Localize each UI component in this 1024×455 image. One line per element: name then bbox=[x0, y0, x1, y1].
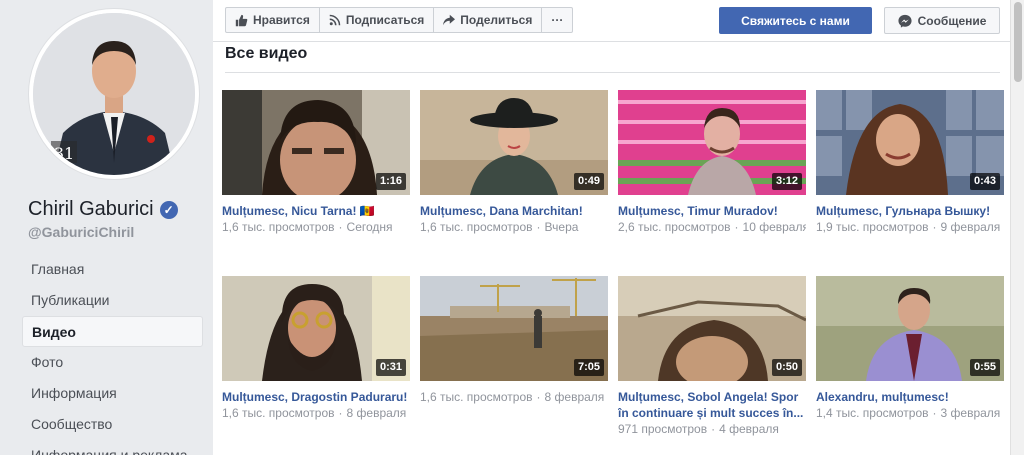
video-views: 2,6 тыс. просмотров bbox=[618, 220, 731, 234]
video-card[interactable]: 0:43 Mulțumesc, Гульнара Вышку! 1,9 тыс.… bbox=[816, 90, 1004, 235]
video-date[interactable]: 4 февраля bbox=[719, 422, 779, 436]
video-title[interactable]: Mulțumesc, Sobol Angela! Spor în continu… bbox=[618, 389, 806, 421]
section-title: Все видео bbox=[225, 45, 308, 62]
follow-label: Подписаться bbox=[345, 13, 425, 27]
message-button[interactable]: Сообщение bbox=[884, 7, 1000, 34]
video-date[interactable]: 8 февраля bbox=[347, 406, 407, 420]
video-meta: 2,6 тыс. просмотров · 10 февраля bbox=[618, 219, 806, 235]
video-duration: 0:55 bbox=[969, 359, 1000, 376]
action-button-group: Нравится Подписаться Поделиться ··· bbox=[225, 7, 574, 33]
video-meta: 1,4 тыс. просмотров · 3 февраля bbox=[816, 406, 1001, 420]
video-meta: 1,6 тыс. просмотров · Вчера bbox=[420, 220, 579, 234]
video-card[interactable]: 7:05 1,6 тыс. просмотров · 8 февраля bbox=[420, 276, 608, 405]
video-thumbnail[interactable]: 0:49 bbox=[420, 90, 608, 195]
thumbs-up-icon bbox=[235, 14, 248, 26]
video-views: 1,6 тыс. просмотров bbox=[420, 220, 533, 234]
profile-name[interactable]: Chiril Gaburici ✓ bbox=[28, 198, 178, 221]
video-thumbnail[interactable]: 0:50 bbox=[618, 276, 806, 381]
video-title[interactable]: Mulțumesc, Гульнара Вышку! bbox=[816, 203, 1004, 219]
rss-icon bbox=[329, 14, 341, 26]
video-date[interactable]: Сегодня bbox=[347, 220, 393, 234]
video-title[interactable]: Mulțumesc, Dragostin Paduraru! bbox=[222, 389, 410, 405]
nav-item-photos[interactable]: Фото bbox=[22, 347, 203, 378]
message-label: Сообщение bbox=[917, 13, 987, 28]
video-meta: 1,6 тыс. просмотров · Сегодня bbox=[222, 220, 393, 234]
avatar[interactable]: 31 bbox=[33, 13, 195, 175]
like-button[interactable]: Нравится bbox=[226, 8, 320, 32]
video-title[interactable]: Alexandru, mulțumesc! bbox=[816, 389, 1004, 405]
video-date[interactable]: 8 февраля bbox=[545, 390, 605, 404]
video-card[interactable]: 0:55 Alexandru, mulțumesc! 1,4 тыс. прос… bbox=[816, 276, 1004, 421]
video-views: 1,9 тыс. просмотров bbox=[816, 220, 929, 234]
nav-item-videos[interactable]: Видео bbox=[22, 316, 203, 347]
video-meta: 1,6 тыс. просмотров · 8 февраля bbox=[222, 406, 407, 420]
video-duration: 1:16 bbox=[375, 173, 406, 190]
nav-item-info-ads[interactable]: Информация и реклама bbox=[22, 440, 203, 455]
like-label: Нравится bbox=[253, 13, 310, 27]
video-views: 1,6 тыс. просмотров bbox=[420, 390, 533, 404]
video-title[interactable]: Mulțumesc, Nicu Tarna! 🇲🇩 bbox=[222, 203, 410, 219]
video-thumbnail[interactable]: 0:43 bbox=[816, 90, 1004, 195]
video-meta: 971 просмотров · 4 февраля bbox=[618, 422, 779, 436]
share-label: Поделиться bbox=[460, 13, 533, 27]
video-views: 971 просмотров bbox=[618, 422, 708, 436]
video-meta: 1,6 тыс. просмотров · 8 февраля bbox=[420, 390, 605, 404]
more-options-button[interactable]: ··· bbox=[542, 8, 572, 32]
video-views: 1,6 тыс. просмотров bbox=[222, 220, 335, 234]
video-duration: 0:31 bbox=[375, 359, 406, 376]
share-arrow-icon bbox=[443, 14, 456, 26]
video-date[interactable]: 9 февраля bbox=[941, 220, 1001, 234]
profile-avatar-frame[interactable]: 31 bbox=[28, 8, 200, 180]
video-thumbnail[interactable]: 0:55 bbox=[816, 276, 1004, 381]
video-views: 1,6 тыс. просмотров bbox=[222, 406, 335, 420]
more-options-icon: ··· bbox=[551, 13, 564, 27]
nav-item-about[interactable]: Информация bbox=[22, 378, 203, 409]
page-nav: Главная Публикации Видео Фото Информация… bbox=[22, 254, 203, 455]
video-views: 1,4 тыс. просмотров bbox=[816, 406, 929, 420]
profile-sidebar: 31 Chiril Gaburici ✓ @GaburiciChiril Гла… bbox=[0, 0, 213, 455]
page-action-bar: Нравится Подписаться Поделиться ··· Свяж… bbox=[213, 0, 1010, 42]
video-duration: 0:43 bbox=[969, 173, 1000, 190]
nav-item-community[interactable]: Сообщество bbox=[22, 409, 203, 440]
video-card[interactable]: 0:31 Mulțumesc, Dragostin Paduraru! 1,6 … bbox=[222, 276, 410, 421]
video-card[interactable]: 3:12 Mulțumesc, Timur Muradov! 2,6 тыс. … bbox=[618, 90, 806, 235]
videos-panel: Все видео 1:16 Mulțumesc, Nicu Tarna! 🇲🇩… bbox=[213, 42, 1010, 455]
contact-us-button[interactable]: Свяжитесь с нами bbox=[719, 7, 872, 34]
video-duration: 0:49 bbox=[573, 173, 604, 190]
follow-button[interactable]: Подписаться bbox=[320, 8, 435, 32]
scrollbar-thumb[interactable] bbox=[1014, 2, 1022, 82]
video-title[interactable]: Mulțumesc, Dana Marchitan! bbox=[420, 203, 608, 219]
video-thumbnail[interactable]: 1:16 bbox=[222, 90, 410, 195]
video-date[interactable]: Вчера bbox=[545, 220, 579, 234]
nav-item-posts[interactable]: Публикации bbox=[22, 285, 203, 316]
profile-handle[interactable]: @GaburiciChiril bbox=[28, 224, 134, 240]
video-thumbnail[interactable]: 0:31 bbox=[222, 276, 410, 381]
share-button[interactable]: Поделиться bbox=[434, 8, 543, 32]
video-date[interactable]: 3 февраля bbox=[941, 406, 1001, 420]
video-duration: 7:05 bbox=[573, 359, 604, 376]
video-duration: 3:12 bbox=[771, 173, 802, 190]
video-title[interactable]: Mulțumesc, Timur Muradov! bbox=[618, 203, 806, 219]
profile-name-text[interactable]: Chiril Gaburici bbox=[28, 198, 154, 221]
messenger-icon bbox=[898, 14, 912, 28]
video-duration: 0:50 bbox=[771, 359, 802, 376]
avatar-badge-text: 31 bbox=[54, 144, 74, 163]
verified-badge-icon: ✓ bbox=[159, 200, 178, 219]
video-card[interactable]: 0:50 Mulțumesc, Sobol Angela! Spor în co… bbox=[618, 276, 806, 437]
video-thumbnail[interactable]: 3:12 bbox=[618, 90, 806, 195]
video-thumbnail[interactable]: 7:05 bbox=[420, 276, 608, 381]
nav-item-home[interactable]: Главная bbox=[22, 254, 203, 285]
video-card[interactable]: 0:49 Mulțumesc, Dana Marchitan! 1,6 тыс.… bbox=[420, 90, 608, 235]
video-meta: 1,9 тыс. просмотров · 9 февраля bbox=[816, 220, 1001, 234]
page-scrollbar[interactable] bbox=[1010, 0, 1024, 455]
video-card[interactable]: 1:16 Mulțumesc, Nicu Tarna! 🇲🇩 1,6 тыс. … bbox=[222, 90, 410, 235]
video-date[interactable]: 10 февраля bbox=[743, 220, 806, 234]
section-divider bbox=[225, 72, 1000, 73]
